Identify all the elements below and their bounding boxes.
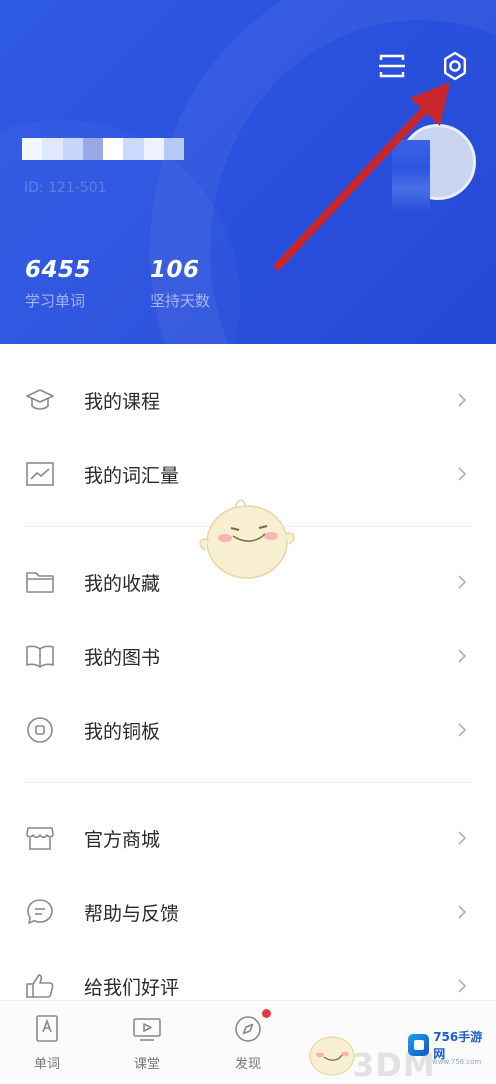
chevron-right-icon xyxy=(455,828,469,848)
user-id: ID: 121-501 xyxy=(24,180,107,196)
word-book-icon xyxy=(31,1013,63,1045)
book-icon xyxy=(24,640,56,672)
chevron-right-icon xyxy=(455,572,469,592)
menu-item-my-courses[interactable]: 我的课程 xyxy=(0,370,496,430)
tab-words[interactable]: 单词 xyxy=(7,1009,87,1075)
watermark-756-text: 756手游网 xyxy=(433,1030,483,1061)
menu-item-label: 官方商城 xyxy=(84,828,161,851)
menu-item-official-store[interactable]: 官方商城 xyxy=(0,808,496,868)
menu-item-my-coins[interactable]: 我的铜板 xyxy=(0,700,496,760)
coin-icon xyxy=(24,714,56,746)
menu-item-label: 我的词汇量 xyxy=(84,464,180,487)
divider xyxy=(24,782,472,783)
chart-icon xyxy=(24,458,56,490)
brand-logo-icon xyxy=(408,1034,430,1056)
thumbs-up-icon xyxy=(24,970,56,1002)
stat-value: 6455 xyxy=(25,257,92,283)
menu-item-label: 我的铜板 xyxy=(84,720,161,743)
folder-icon xyxy=(24,566,56,598)
chevron-right-icon xyxy=(455,464,469,484)
tab-classroom[interactable]: 课堂 xyxy=(107,1009,187,1075)
stat-value: 106 xyxy=(150,257,200,283)
tab-label: 发现 xyxy=(234,1057,261,1072)
menu-item-label: 我的图书 xyxy=(84,646,161,669)
scan-icon xyxy=(379,54,405,78)
chevron-right-icon xyxy=(455,902,469,922)
stat-label: 坚持天数 xyxy=(150,292,211,310)
watermark-756-url: www.756.com xyxy=(432,1058,482,1066)
video-icon xyxy=(131,1013,163,1045)
settings-button[interactable] xyxy=(437,48,473,84)
compass-icon xyxy=(232,1013,264,1045)
store-icon xyxy=(24,822,56,854)
gear-icon xyxy=(444,51,466,81)
menu-item-label: 帮助与反馈 xyxy=(84,902,180,925)
chevron-right-icon xyxy=(455,646,469,666)
profile-header: ID: 121-501 6455 学习单词 106 坚持天数 xyxy=(0,0,496,344)
chevron-right-icon xyxy=(455,720,469,740)
avatar[interactable] xyxy=(392,124,476,210)
menu-item-label: 我的收藏 xyxy=(84,572,161,595)
chevron-right-icon xyxy=(455,390,469,410)
stat-learned-words[interactable]: 6455 学习单词 xyxy=(25,256,91,311)
menu-item-label: 我的课程 xyxy=(84,390,161,413)
stat-streak-days[interactable]: 106 坚持天数 xyxy=(150,256,210,311)
chat-icon xyxy=(24,896,56,928)
chevron-right-icon xyxy=(455,976,469,996)
stat-label: 学习单词 xyxy=(25,292,86,310)
tab-label: 课堂 xyxy=(133,1057,160,1072)
scan-button[interactable] xyxy=(374,48,410,84)
mascot-watermark xyxy=(199,499,295,579)
graduation-cap-icon xyxy=(24,384,56,416)
tab-discover[interactable]: 发现 xyxy=(208,1009,288,1075)
menu-item-help-feedback[interactable]: 帮助与反馈 xyxy=(0,882,496,942)
watermark-756: 756手游网 xyxy=(408,1030,492,1061)
menu-item-label: 给我们好评 xyxy=(84,976,180,999)
username-mosaic xyxy=(22,138,184,160)
notification-badge xyxy=(262,1009,271,1018)
menu-item-my-books[interactable]: 我的图书 xyxy=(0,626,496,686)
tab-label: 单词 xyxy=(33,1057,60,1072)
